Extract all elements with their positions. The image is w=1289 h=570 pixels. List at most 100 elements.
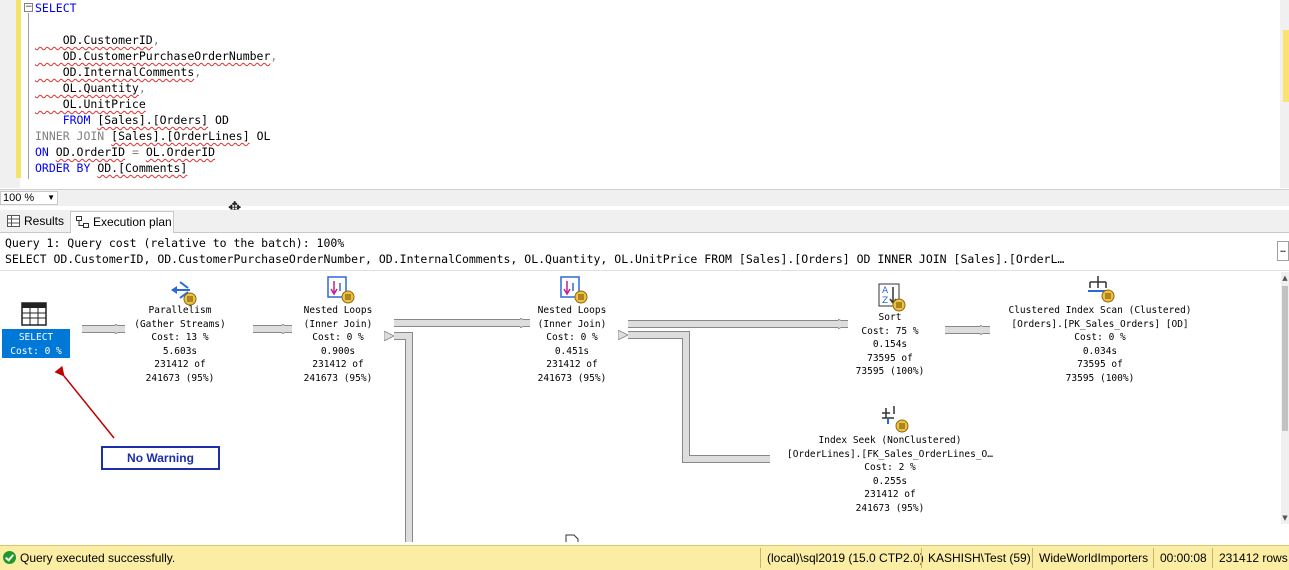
code-token: OL [249, 129, 271, 143]
clustered-index-scan-icon[interactable] [1086, 274, 1116, 304]
select-operator-label: SELECT Cost: 0 % [10, 332, 62, 357]
operator-text-line: 231412 of [312, 359, 364, 370]
operator-text-line: Nested Loops [537, 305, 607, 316]
scroll-up-icon[interactable]: ▲ [1281, 274, 1289, 282]
code-token: OD [208, 113, 229, 127]
nested-loops-icon[interactable] [326, 275, 356, 305]
editor-scrollbar-thumb[interactable] [1283, 30, 1289, 102]
operator-text-line: Clustered Index Scan (Clustered) [1008, 305, 1192, 316]
status-divider [1212, 548, 1213, 568]
code-token: , [152, 33, 160, 47]
nested-loops-icon[interactable] [559, 275, 589, 305]
status-divider [1153, 548, 1154, 568]
operator-text-line: Cost: 75 % [861, 325, 919, 337]
operator-text-line: 241673 (95%) [537, 372, 607, 384]
operator-text-line: Parallelism [148, 305, 212, 316]
zoom-select[interactable]: 100 % ▼ [0, 191, 58, 205]
operator-text-line: 241673 (95%) [145, 372, 215, 384]
status-divider [760, 548, 761, 568]
document-icon [565, 534, 579, 542]
code-token: OL.OrderID [145, 145, 216, 159]
status-message: Query executed successfully. [20, 551, 176, 565]
index-seek-icon[interactable] [880, 404, 910, 434]
operator-text-line: [Orders].[PK_Sales_Orders] [OD] [1011, 318, 1189, 330]
operator-sort[interactable]: Sort Cost: 75 % 0.154s 73595 of 73595 (100%) [820, 311, 960, 379]
code-token: OD.CustomerPurchaseOrderNumber [35, 49, 271, 63]
status-divider [921, 548, 922, 568]
operator-text-line: (Inner Join) [537, 318, 607, 330]
plan-scrollbar-thumb[interactable] [1282, 286, 1288, 431]
code-token: OD.[Comments] [97, 161, 188, 175]
code-line: OD.CustomerPurchaseOrderNumber, [35, 49, 278, 63]
operator-text-line: (Gather Streams) [134, 318, 226, 330]
operator-text-line: Cost: 0 % [312, 332, 364, 343]
code-line: OD.CustomerID, [35, 33, 160, 47]
tab-results[interactable]: Results [2, 211, 68, 233]
plan-header: Query 1: Query cost (relative to the bat… [0, 235, 1289, 271]
change-tracking-bar [16, 0, 21, 178]
chevron-down-icon[interactable]: ▼ [47, 192, 55, 204]
code-token: INNER JOIN [35, 129, 112, 143]
code-token: [Sales].[Orders] [97, 113, 209, 127]
no-warning-annotation: No Warning [101, 446, 220, 470]
operator-nested-loops-2[interactable]: Nested Loops (Inner Join) Cost: 0 % 0.451s 2… [502, 304, 642, 385]
operator-index-seek[interactable]: Index Seek (NonClustered) [OrderLines].[F… [765, 434, 1015, 515]
operator-nested-loops-1[interactable]: Nested Loops (Inner Join) Cost: 0 % 0.900s 2… [268, 304, 408, 385]
operator-text-line: 241673 (95%) [303, 372, 373, 384]
success-check-icon [3, 551, 16, 564]
status-database: WideWorldImporters [1039, 551, 1149, 565]
operator-text-line: 231412 of [546, 359, 598, 370]
operator-text-line: 73595 (100%) [855, 366, 925, 377]
code-line: INNER JOIN [Sales].[OrderLines] OL [35, 129, 270, 143]
code-token: OL.UnitPrice [35, 97, 146, 111]
operator-text-line: 0.451s [554, 345, 590, 357]
code-token: , [270, 49, 278, 63]
plan-scrollbar[interactable]: ▲ ▼ [1281, 272, 1289, 524]
status-divider [1032, 548, 1033, 568]
scroll-down-icon[interactable]: ▼ [1281, 514, 1289, 522]
editor-scrollbar[interactable] [1280, 0, 1289, 188]
code-token: OL.Quantity [35, 81, 139, 95]
collapse-icon[interactable]: − [24, 3, 33, 12]
code-token: , [194, 65, 202, 79]
status-elapsed: 00:00:08 [1160, 551, 1207, 565]
sort-icon[interactable]: A Z [877, 282, 907, 312]
operator-text-line: Cost: 2 % [864, 462, 916, 473]
code-line: ORDER BY OD.[Comments] [35, 161, 187, 175]
code-line: SELECT [35, 1, 77, 15]
code-token: = [125, 145, 146, 159]
operator-text-line: Cost: 13 % [151, 332, 209, 343]
fold-guide-line [28, 13, 29, 179]
results-tabs: Results Execution plan [0, 210, 1289, 233]
query-cost-line: Query 1: Query cost (relative to the bat… [5, 236, 345, 250]
code-token: OD.InternalComments [35, 65, 195, 79]
code-token: OD.OrderID [55, 145, 126, 159]
operator-text-line: [OrderLines].[FK_Sales_OrderLines_O… [787, 448, 993, 460]
operator-text-line: (Inner Join) [303, 318, 373, 330]
code-token: OD.CustomerID [35, 33, 153, 47]
code-token: , [138, 81, 146, 95]
execution-plan-canvas[interactable]: SELECT Cost: 0 % A Z Parallelism (Gather… [0, 272, 1281, 542]
execution-plan-icon [76, 216, 89, 228]
flow-arrow-seek-to-loops2[interactable] [628, 335, 770, 463]
zoom-value: 100 % [3, 192, 35, 204]
tab-execution-plan[interactable]: Execution plan [70, 211, 174, 233]
operator-text-line: Sort [878, 312, 902, 323]
operator-text-line: Index Seek (NonClustered) [818, 435, 962, 446]
code-line: OL.Quantity, [35, 81, 146, 95]
svg-text:A: A [882, 286, 889, 296]
operator-text-line: Nested Loops [303, 305, 373, 316]
show-full-query-button[interactable]: … [1277, 241, 1289, 261]
operator-text-line: 73595 of [867, 352, 913, 364]
code-token: SELECT [35, 1, 77, 15]
code-token: FROM [35, 113, 98, 127]
operator-clustered-index-scan[interactable]: Clustered Index Scan (Clustered) [Orders]… [985, 304, 1215, 385]
select-result-icon[interactable] [21, 302, 47, 326]
query-editor[interactable]: − SELECT OD.CustomerID, OD.CustomerPurch… [0, 0, 1280, 188]
svg-text:Z: Z [882, 296, 888, 306]
code-line: FROM [Sales].[Orders] OD [35, 113, 229, 127]
editor-zoom-bar: 100 % ▼ [0, 189, 1289, 206]
tab-results-label: Results [24, 214, 65, 228]
operator-text-line: 241673 (95%) [855, 502, 925, 514]
operator-parallelism[interactable]: Parallelism (Gather Streams) Cost: 13 % 5.6… [105, 304, 255, 385]
